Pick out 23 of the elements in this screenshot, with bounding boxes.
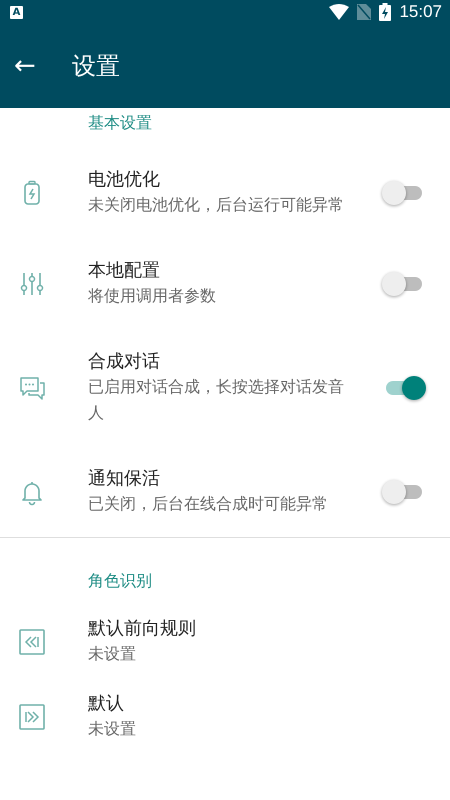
setting-title: 默认: [88, 692, 125, 716]
app-badge: A: [10, 6, 23, 18]
screen-title: 设置: [72, 51, 120, 82]
setting-title: 电池优化: [88, 168, 161, 192]
setting-summary: 将使用调用者参数: [88, 285, 217, 307]
status-time: 15:07: [399, 2, 442, 22]
no-sim-icon: [357, 4, 372, 20]
rewind-icon: [18, 628, 46, 656]
setting-summary: 未设置: [88, 718, 137, 740]
setting-summary: 已启用对话合成，长按选择对话发音人: [88, 376, 345, 424]
setting-summary: 未关闭电池优化，后台运行可能异常: [88, 194, 345, 216]
setting-title: 合成对话: [88, 350, 161, 374]
back-button[interactable]: ←: [14, 51, 54, 81]
section-header: 基本设置: [88, 113, 152, 132]
setting-title: 默认前向规则: [88, 617, 197, 641]
battery-charging-icon: [379, 3, 392, 21]
setting-summary: 已关闭，后台在线合成时可能异常: [88, 493, 329, 515]
fast-forward-icon: [18, 702, 46, 730]
setting-summary: 未设置: [88, 643, 137, 665]
setting-title: 本地配置: [88, 259, 161, 283]
wifi-icon: [329, 4, 350, 20]
section-header: 角色识别: [88, 571, 152, 590]
setting-title: 通知保活: [88, 467, 161, 491]
